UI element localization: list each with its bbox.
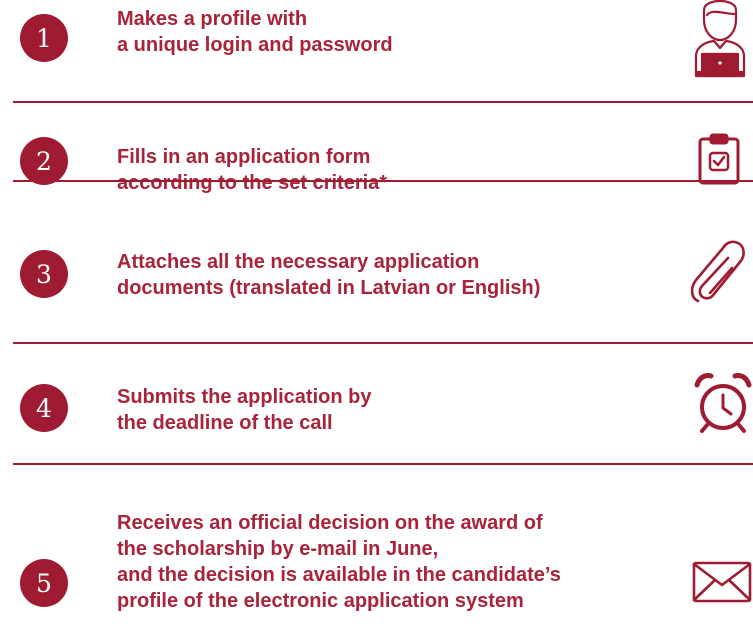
divider [13, 180, 753, 182]
step-line: Makes a profile with [117, 8, 308, 30]
step-line: the scholarship by e-mail in June, [117, 538, 439, 560]
step-line: a unique login and password [117, 34, 393, 56]
user-laptop-icon [690, 0, 750, 78]
clipboard-check-icon [697, 133, 741, 185]
step-line: Submits the application by [117, 386, 372, 408]
step-number: 5 [20, 559, 68, 607]
step-text: Makes a profile with a unique login and … [117, 6, 637, 58]
step-line: Fills in an application form [117, 146, 371, 168]
step-line: Receives an official decision on the awa… [117, 512, 543, 534]
envelope-icon [692, 561, 752, 603]
divider [13, 101, 753, 103]
step-text: Submits the application by the deadline … [117, 384, 637, 436]
step-text: Receives an official decision on the awa… [117, 510, 637, 614]
step-line: Attaches all the necessary application [117, 251, 480, 273]
divider [13, 342, 753, 344]
step-number: 2 [20, 137, 68, 185]
step-line: documents (translated in Latvian or Engl… [117, 277, 541, 299]
step-text: Attaches all the necessary application d… [117, 249, 637, 301]
step-line: profile of the electronic application sy… [117, 590, 524, 612]
step-line: according to the set criteria* [117, 172, 388, 194]
step-number: 1 [20, 14, 68, 62]
step-line: the deadline of the call [117, 412, 333, 434]
step-number: 3 [20, 250, 68, 298]
alarm-clock-icon [693, 371, 753, 435]
step-text: Fills in an application form according t… [117, 144, 637, 196]
step-line: and the decision is available in the can… [117, 564, 561, 586]
divider [13, 463, 753, 465]
paperclip-icon [688, 240, 750, 304]
step-number: 4 [20, 384, 68, 432]
